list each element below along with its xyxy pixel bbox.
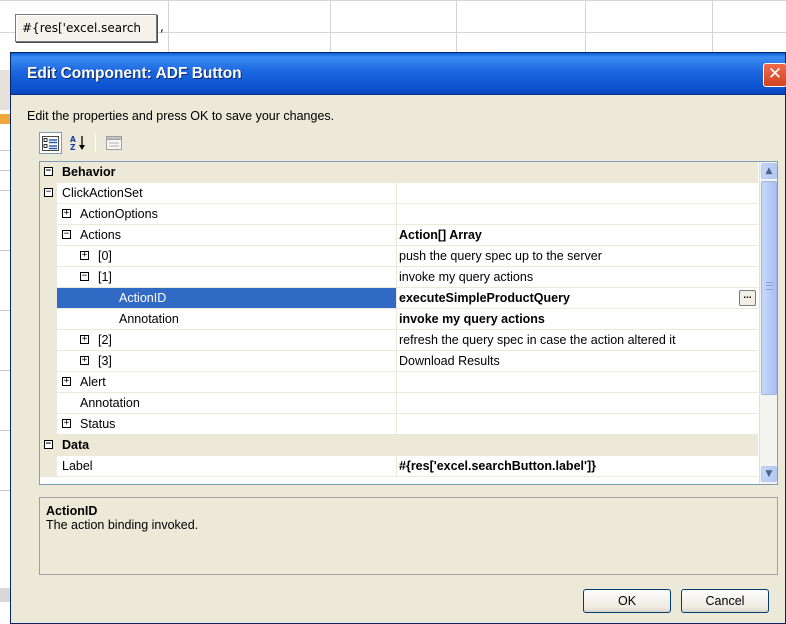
property-value[interactable]: push the query spec up to the server: [397, 246, 758, 267]
property-name: ActionOptions: [80, 207, 158, 221]
grid-line: [0, 0, 786, 1]
property-name: [2]: [98, 333, 112, 347]
description-title: ActionID: [46, 504, 98, 518]
close-icon[interactable]: ✕: [763, 63, 786, 87]
scroll-up-icon[interactable]: ▲: [761, 163, 777, 179]
property-row[interactable]: + [2] refresh the query spec in case the…: [40, 330, 758, 351]
property-row[interactable]: − ClickActionSet: [40, 183, 758, 204]
expand-icon[interactable]: +: [80, 335, 89, 344]
property-row[interactable]: + Alert: [40, 372, 758, 393]
property-row-selected[interactable]: ActionID executeSimpleProductQuery ...: [40, 288, 758, 309]
row-line: [0, 430, 10, 431]
row-line: [0, 190, 10, 191]
property-row[interactable]: − Actions Action[] Array: [40, 225, 758, 246]
grid-line: [585, 0, 586, 52]
grid-line: [330, 0, 331, 52]
spreadsheet-button-cell[interactable]: #{res['excel.search: [15, 14, 157, 42]
property-value[interactable]: [397, 393, 758, 414]
property-row[interactable]: + ActionOptions: [40, 204, 758, 225]
collapse-icon[interactable]: −: [44, 167, 53, 176]
property-value[interactable]: [397, 204, 758, 225]
property-row[interactable]: Label #{res['excel.searchButton.label']}: [40, 456, 758, 477]
vertical-scrollbar[interactable]: ▲ ▼: [759, 162, 777, 484]
category-label: Behavior: [62, 165, 116, 179]
collapse-icon[interactable]: −: [44, 440, 53, 449]
property-row[interactable]: Annotation: [40, 393, 758, 414]
property-row[interactable]: − [1] invoke my query actions: [40, 267, 758, 288]
row-line: [0, 370, 10, 371]
property-name: [0]: [98, 249, 112, 263]
grid-line: [168, 0, 169, 52]
row-line: [0, 250, 10, 251]
left-strip: [0, 70, 10, 110]
edit-component-dialog: Edit Component: ADF Button ✕ Edit the pr…: [10, 52, 786, 624]
property-name: ActionID: [119, 291, 167, 305]
collapse-icon[interactable]: −: [80, 272, 89, 281]
property-value[interactable]: invoke my query actions: [397, 267, 758, 288]
category-data[interactable]: − Data: [40, 435, 758, 456]
description-text: The action binding invoked.: [46, 518, 199, 532]
expand-icon[interactable]: +: [62, 209, 71, 218]
ok-button[interactable]: OK: [583, 589, 671, 613]
category-behavior[interactable]: − Behavior: [40, 162, 758, 183]
property-name: [1]: [98, 270, 112, 284]
property-pages-icon[interactable]: [102, 132, 125, 154]
property-name: [3]: [98, 354, 112, 368]
row-line: [0, 150, 10, 151]
toolbar-separator: [95, 134, 96, 152]
expand-icon[interactable]: +: [80, 251, 89, 260]
svg-text:Z: Z: [70, 143, 76, 151]
property-grid-toolbar: A Z: [39, 131, 125, 155]
property-name: Alert: [80, 375, 106, 389]
property-row[interactable]: + [0] push the query spec up to the serv…: [40, 246, 758, 267]
property-name: Status: [80, 417, 116, 431]
property-name: Annotation: [119, 312, 179, 326]
description-panel: ActionID The action binding invoked.: [39, 497, 778, 575]
property-value[interactable]: executeSimpleProductQuery: [399, 291, 570, 305]
property-value[interactable]: refresh the query spec in case the actio…: [397, 330, 758, 351]
property-value[interactable]: [397, 414, 758, 435]
property-value[interactable]: Download Results: [397, 351, 758, 372]
property-row[interactable]: + [3] Download Results: [40, 351, 758, 372]
cell-cursor-mark: ,: [160, 20, 164, 34]
scrollbar-grip: [766, 282, 773, 290]
grid-line: [456, 0, 457, 52]
expand-icon[interactable]: +: [62, 419, 71, 428]
property-value[interactable]: [397, 372, 758, 393]
row-line: [0, 310, 10, 311]
property-name: ClickActionSet: [62, 186, 143, 200]
property-value[interactable]: Action[] Array: [397, 225, 758, 246]
scrollbar-thumb[interactable]: [761, 181, 777, 395]
sort-az-icon[interactable]: A Z: [66, 132, 89, 154]
expand-icon[interactable]: +: [80, 356, 89, 365]
property-row[interactable]: + Status: [40, 414, 758, 435]
collapse-icon[interactable]: −: [62, 230, 71, 239]
property-name: Annotation: [80, 396, 140, 410]
property-name: Label: [62, 459, 93, 473]
expand-icon[interactable]: +: [62, 377, 71, 386]
property-value[interactable]: #{res['excel.searchButton.label']}: [397, 456, 758, 477]
property-value[interactable]: invoke my query actions: [397, 309, 758, 330]
grid-line: [712, 0, 713, 52]
property-grid: − Behavior − ClickActionSet + ActionOpti…: [39, 161, 778, 485]
left-strip: [0, 588, 10, 602]
instruction-text: Edit the properties and press OK to save…: [27, 109, 335, 123]
property-value[interactable]: [397, 183, 758, 204]
cancel-button[interactable]: Cancel: [681, 589, 769, 613]
property-name: Actions: [80, 228, 121, 242]
row-line: [0, 490, 10, 491]
category-label: Data: [62, 438, 90, 452]
categorized-view-icon[interactable]: [39, 132, 62, 154]
property-row[interactable]: Annotation invoke my query actions: [40, 309, 758, 330]
dialog-title-bar[interactable]: Edit Component: ADF Button ✕: [11, 53, 786, 95]
dialog-title: Edit Component: ADF Button: [27, 65, 242, 82]
scroll-down-icon[interactable]: ▼: [761, 466, 777, 482]
left-strip-accent: [0, 114, 10, 124]
dialog-body: Edit the properties and press OK to save…: [11, 95, 785, 623]
collapse-icon[interactable]: −: [44, 188, 53, 197]
ellipsis-button[interactable]: ...: [739, 290, 756, 306]
row-line: [0, 170, 10, 171]
